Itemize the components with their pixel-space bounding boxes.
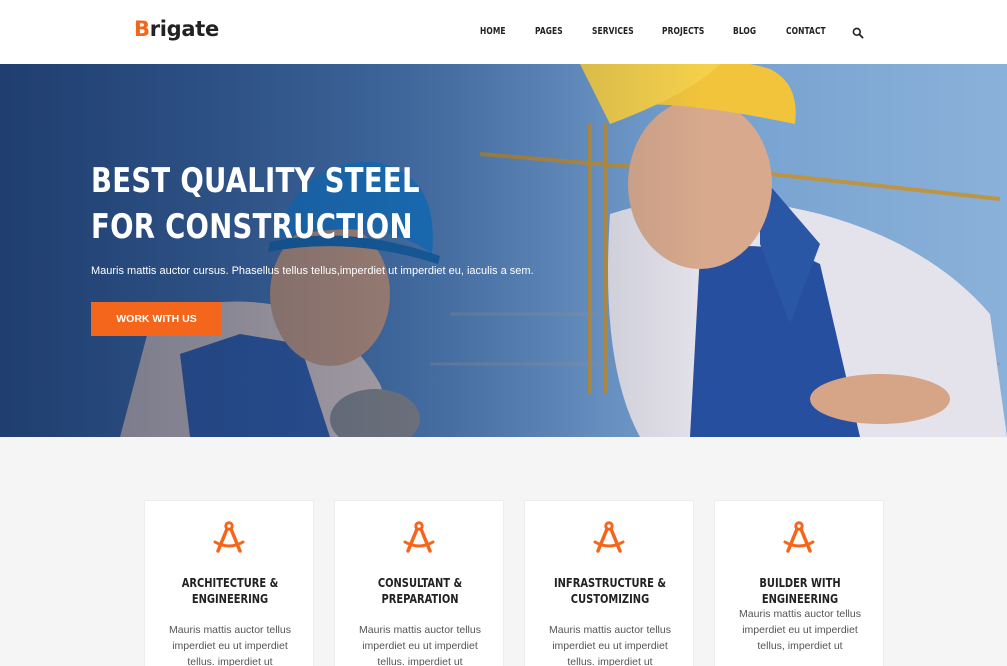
- service-card-text: Mauris mattis auctor tellus imperdiet eu…: [359, 624, 481, 666]
- compass-icon: [593, 521, 625, 553]
- nav-item-pages[interactable]: PAGES: [535, 26, 563, 37]
- nav-item-projects[interactable]: PROJECTS: [662, 26, 704, 37]
- service-card-text: Mauris mattis auctor tellus imperdiet eu…: [169, 624, 291, 666]
- compass-icon: [783, 521, 815, 553]
- services-section: ARCHITECTURE & ENGINEERING Mauris mattis…: [0, 437, 1007, 666]
- search-button[interactable]: [852, 26, 864, 39]
- hero-title: BEST QUALITY STEEL FOR CONSTRUCTION: [91, 161, 420, 247]
- nav-item-contact[interactable]: CONTACT: [786, 26, 826, 37]
- service-card-title: ARCHITECTURE & ENGINEERING: [181, 575, 279, 606]
- service-card-title: CONSULTANT & PREPARATION: [377, 575, 463, 606]
- work-with-us-button[interactable]: WORK WITH US: [91, 302, 222, 336]
- nav-item-home[interactable]: HOME: [480, 26, 506, 37]
- nav-item-services[interactable]: SERVICES: [592, 26, 634, 37]
- hero-overlay: [0, 64, 1007, 437]
- nav-item-blog[interactable]: BLOG: [733, 26, 756, 37]
- service-card-text: Mauris mattis auctor tellus imperdiet eu…: [549, 624, 671, 666]
- hero-section: BEST QUALITY STEEL FOR CONSTRUCTION Maur…: [0, 64, 1007, 437]
- site-header: Brigate HOME PAGES SERVICES PROJECTS BLO…: [0, 0, 1007, 64]
- compass-icon: [213, 521, 245, 553]
- service-card-architecture[interactable]: ARCHITECTURE & ENGINEERING Mauris mattis…: [144, 500, 314, 666]
- service-card-consultant[interactable]: CONSULTANT & PREPARATION Mauris mattis a…: [334, 500, 504, 666]
- hero-subtitle: Mauris mattis auctor cursus. Phasellus t…: [91, 265, 534, 277]
- service-card-title: INFRASTRUCTURE & CUSTOMIZING: [553, 575, 667, 606]
- service-card-builder[interactable]: BUILDER WITH ENGINEERING Mauris mattis a…: [714, 500, 884, 666]
- compass-icon: [403, 521, 435, 553]
- service-card-title: BUILDER WITH ENGINEERING: [759, 575, 841, 606]
- service-card-infrastructure[interactable]: INFRASTRUCTURE & CUSTOMIZING Mauris matt…: [524, 500, 694, 666]
- search-icon: [852, 27, 864, 39]
- service-card-text: Mauris mattis auctor tellus imperdiet eu…: [739, 608, 861, 652]
